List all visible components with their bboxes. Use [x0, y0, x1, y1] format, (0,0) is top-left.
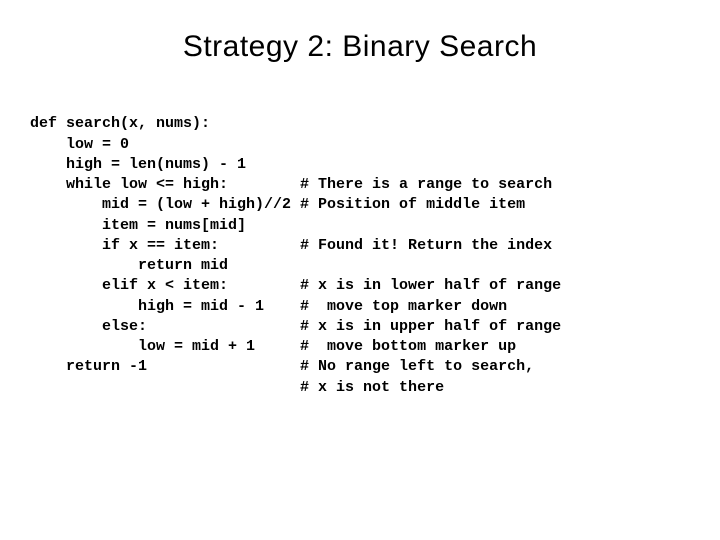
code-line: return -1 # No range left to search,: [30, 358, 534, 375]
code-line: elif x < item: # x is in lower half of r…: [30, 277, 561, 294]
code-line: mid = (low + high)//2 # Position of midd…: [30, 196, 525, 213]
code-line: while low <= high: # There is a range to…: [30, 176, 552, 193]
slide-title: Strategy 2: Binary Search: [30, 30, 690, 64]
code-line: if x == item: # Found it! Return the ind…: [30, 237, 552, 254]
code-line: def search(x, nums):: [30, 115, 210, 132]
code-line: low = 0: [30, 136, 129, 153]
code-block: def search(x, nums): low = 0 high = len(…: [30, 94, 690, 398]
code-line: high = mid - 1 # move top marker down: [30, 298, 507, 315]
code-line: return mid: [30, 257, 228, 274]
code-line: else: # x is in upper half of range: [30, 318, 561, 335]
slide: Strategy 2: Binary Search def search(x, …: [0, 0, 720, 540]
code-line: item = nums[mid]: [30, 217, 246, 234]
code-line: low = mid + 1 # move bottom marker up: [30, 338, 516, 355]
code-line: high = len(nums) - 1: [30, 156, 246, 173]
code-line: # x is not there: [30, 379, 444, 396]
